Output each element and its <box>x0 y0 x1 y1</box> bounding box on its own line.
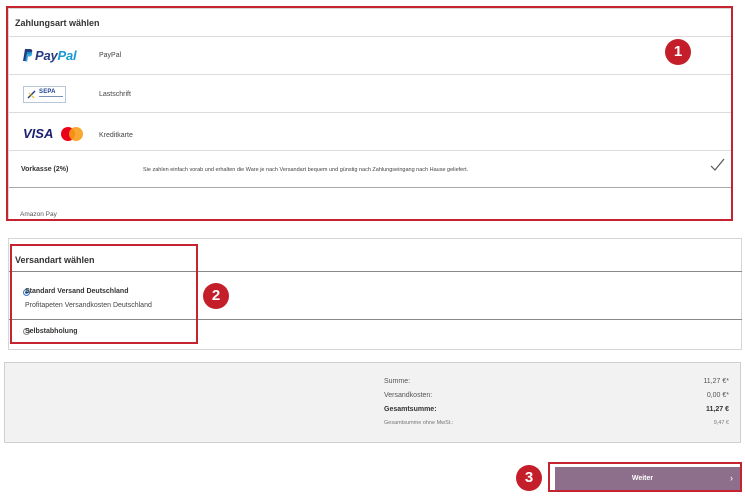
payment-method-panel: Zahlungsart wählen PayPal PayPal SEPA La… <box>8 8 733 221</box>
summary-row-total: Gesamtsumme: 11,27 € <box>384 406 729 413</box>
summary-row-subtotal: Summe: 11,27 €* <box>384 378 729 385</box>
shipping-pickup-label[interactable]: Selbstabholung <box>25 328 78 335</box>
sepa-logo: SEPA <box>23 86 66 103</box>
summary-total-value: 11,27 € <box>706 406 729 413</box>
shipping-method-panel: Versandart wählen Standard Versand Deuts… <box>8 238 742 350</box>
summary-row-shipping: Versandkosten: 0,00 €* <box>384 392 729 399</box>
payment-option-vorkasse[interactable]: Vorkasse (2%) Sie zahlen einfach vorab u… <box>9 150 732 188</box>
visa-logo: VISA <box>23 126 54 142</box>
annotation-marker-2: 2 <box>203 283 229 309</box>
annotation-marker-3: 3 <box>516 465 542 491</box>
payment-option-sepa[interactable]: SEPA Lastschrift <box>9 74 732 112</box>
order-summary-panel: Summe: 11,27 €* Versandkosten: 0,00 €* G… <box>4 362 741 443</box>
annotation-marker-1: 1 <box>665 39 691 65</box>
mastercard-icon <box>60 126 83 141</box>
summary-net-value: 9,47 € <box>713 420 729 426</box>
summary-subtotal-value: 11,27 €* <box>703 378 729 385</box>
paypal-logo: PayPal <box>23 48 77 63</box>
shipping-standard-sublabel: Profitapeten Versandkosten Deutschland <box>25 302 152 309</box>
payment-option-creditcard[interactable]: VISA Kreditkarte <box>9 112 732 150</box>
sepa-mark-icon <box>27 90 36 99</box>
chevron-right-icon: › <box>730 473 733 483</box>
shipping-standard-label[interactable]: Standard Versand Deutschland <box>25 288 128 295</box>
payment-option-paypal[interactable]: PayPal PayPal <box>9 36 732 74</box>
shipping-panel-title: Versandart wählen <box>15 255 95 265</box>
amazonpay-label: Amazon Pay <box>20 211 57 218</box>
next-button[interactable]: Weiter › <box>555 467 740 491</box>
vorkasse-label: Vorkasse (2%) <box>21 166 69 173</box>
vorkasse-description: Sie zahlen einfach vorab und erhalten di… <box>143 167 469 173</box>
summary-shipping-label: Versandkosten: <box>384 392 433 399</box>
sepa-label: Lastschrift <box>99 91 131 98</box>
visa-mastercard-logo: VISA <box>23 125 83 143</box>
summary-row-net: Gesamtsumme ohne MwSt.: 9,47 € <box>384 420 729 426</box>
next-button-label: Weiter <box>631 475 654 482</box>
paypal-icon <box>23 49 33 62</box>
creditcard-label: Kreditkarte <box>99 132 133 139</box>
divider <box>9 271 742 272</box>
payment-panel-title: Zahlungsart wählen <box>15 18 100 28</box>
summary-total-label: Gesamtsumme: <box>384 406 437 413</box>
summary-subtotal-label: Summe: <box>384 378 411 385</box>
summary-shipping-value: 0,00 €* <box>706 392 729 399</box>
payment-option-amazonpay[interactable]: Amazon Pay <box>9 189 732 221</box>
divider <box>9 319 742 320</box>
summary-net-label: Gesamtsumme ohne MwSt.: <box>384 420 454 426</box>
checkmark-icon <box>710 158 725 171</box>
paypal-label: PayPal <box>99 52 122 59</box>
